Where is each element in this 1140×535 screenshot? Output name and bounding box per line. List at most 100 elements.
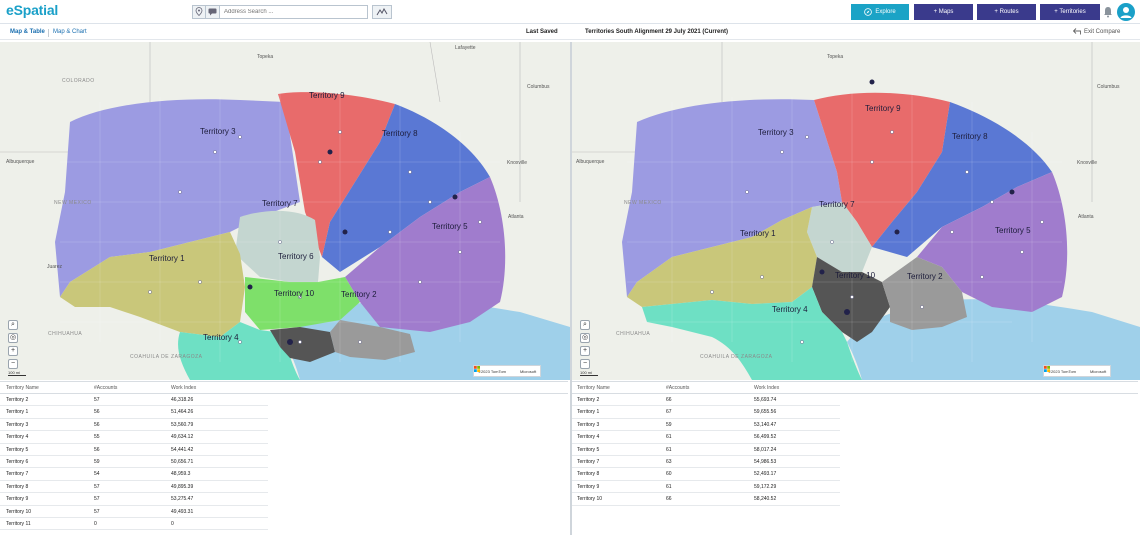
accounts-cell: 54 [94,471,100,478]
state-label: CHIHUAHUA [616,331,651,337]
work-index-cell: 58,240.52 [754,496,777,503]
table-row[interactable]: Territory 3 59 53,140.47 [572,419,840,432]
work-index-cell: 50,656.71 [171,458,194,465]
table-row[interactable]: Territory 5 61 58,017.24 [572,444,840,456]
tab-map-table[interactable]: Map & Table [10,29,45,35]
territory-label: Territory 2 [907,272,943,281]
accounts-cell: 66 [666,397,672,403]
user-avatar[interactable] [1117,3,1135,21]
table-row[interactable]: Territory 5 56 54,441.42 [0,444,268,456]
state-label: NEW MEXICO [54,200,92,206]
city-label: Columbus [527,84,550,90]
zoom-in-button[interactable]: + [580,346,590,356]
territory-name-cell: Territory 4 [6,434,29,441]
work-index-cell: 59,172.29 [754,483,777,490]
column-header-name[interactable]: Territory Name [6,385,39,391]
microsoft-icon [474,366,480,372]
territory-name-cell: Territory 2 [577,397,600,403]
territory-label: Territory 1 [149,254,185,263]
table-row[interactable]: Territory 2 66 55,693.74 [572,394,840,407]
table-row[interactable]: Territory 9 57 53,275.47 [0,493,268,506]
column-header-accounts[interactable]: #Accounts [666,385,689,391]
last-saved-label: Last Saved [526,29,558,35]
table-row[interactable]: Territory 11 0 0 [0,518,268,531]
territory-label: Territory 7 [262,199,298,208]
territory-name-cell: Territory 8 [577,471,600,478]
exit-compare-button[interactable]: Exit Compare [1073,28,1120,35]
state-label: COAHUILA DE ZARAGOZA [700,354,773,360]
table-row[interactable]: Territory 8 57 49,895.39 [0,481,268,494]
locate-icon[interactable]: ◎ [580,333,590,343]
column-header-work-index[interactable]: Work Index [754,385,779,391]
table-row[interactable]: Territory 1 56 51,464.26 [0,406,268,419]
table-row[interactable]: Territory 8 60 52,493.17 [572,468,840,481]
map-canvas-right[interactable] [572,42,1140,380]
table-row[interactable]: Territory 2 57 46,318.26 [0,394,268,407]
espatial-logo[interactable]: eSpatial [6,2,58,18]
map-attribution: ©2023 TomTom Microsoft [1043,365,1112,377]
territory-name-cell: Territory 1 [6,409,29,416]
table-row[interactable]: Territory 4 55 49,634.12 [0,431,268,444]
work-index-cell: 54,986.53 [754,458,777,465]
table-row[interactable]: Territory 10 66 58,240.52 [572,493,840,506]
table-row[interactable]: Territory 10 57 49,493.31 [0,506,268,518]
accounts-cell: 56 [94,446,100,453]
territory-label: Territory 5 [995,226,1031,235]
state-label: NEW MEXICO [624,200,662,206]
map-scale: 100 mi [8,370,26,376]
table-row[interactable]: Territory 3 56 53,560.79 [0,419,268,432]
chat-icon[interactable] [206,4,220,19]
map-canvas-left[interactable] [0,42,570,380]
zoom-out-button[interactable]: − [8,359,18,369]
compass-icon [864,8,873,16]
work-index-cell: 49,634.12 [171,434,194,441]
territory-map-right[interactable]: Territory 9 Territory 3 Territory 8 Terr… [572,42,1140,380]
territory-label: Territory 10 [274,289,315,298]
table-row[interactable]: Territory 6 59 50,656.71 [0,456,268,469]
table-row[interactable]: Territory 1 67 59,655.56 [572,406,840,419]
tab-map-chart[interactable]: Map & Chart [53,29,87,35]
zoom-out-button[interactable]: − [580,359,590,369]
zoom-search-icon[interactable]: ⌕ [8,320,18,330]
add-territories-button[interactable]: + Territories [1040,4,1100,20]
add-routes-button[interactable]: + Routes [977,4,1036,20]
add-maps-button[interactable]: + Maps [914,4,973,20]
column-header-accounts[interactable]: #Accounts [94,385,117,391]
zoom-search-icon[interactable]: ⌕ [580,320,590,330]
territory-name-cell: Territory 5 [6,446,29,453]
territory-map-left[interactable]: Territory 9 Territory 3 Territory 8 Terr… [0,42,570,380]
column-header-name[interactable]: Territory Name [577,385,610,391]
notification-bell-icon[interactable] [1103,6,1113,18]
locate-icon[interactable]: ◎ [8,333,18,343]
accounts-cell: 67 [666,409,672,416]
zoom-in-button[interactable]: + [8,346,18,356]
accounts-cell: 61 [666,446,672,453]
work-index-cell: 55,693.74 [754,397,777,403]
state-label: COAHUILA DE ZARAGOZA [130,354,203,360]
work-index-cell: 58,017.24 [754,446,777,453]
table-row[interactable]: Territory 7 63 54,986.53 [572,456,840,469]
map-attribution: ©2023 TomTom Microsoft [473,365,542,377]
territory-name-cell: Territory 1 [577,409,600,416]
accounts-cell: 57 [94,508,100,515]
city-label: Albuquerque [6,159,35,165]
location-pin-icon[interactable] [192,4,206,19]
work-index-cell: 46,318.26 [171,397,194,403]
explore-button[interactable]: Explore [851,4,909,20]
map-controls-left: ⌕ ◎ + − [8,320,18,372]
territory-name-cell: Territory 9 [6,496,29,503]
table-row[interactable]: Territory 7 54 48,959.3 [0,468,268,481]
territory-label: Territory 4 [203,333,239,342]
city-label: Knoxville [507,160,528,166]
territory-name-cell: Territory 2 [6,397,29,403]
route-search-icon[interactable] [372,4,392,19]
compare-toolbar: Map & Table Map & Chart Last Saved Terri… [0,25,1140,40]
work-index-cell: 49,493.31 [171,508,194,515]
table-row[interactable]: Territory 4 61 56,499.52 [572,431,840,444]
territory-label: Territory 4 [772,305,808,314]
column-header-work-index[interactable]: Work Index [171,385,196,391]
address-search-input[interactable] [220,4,368,19]
work-index-cell: 53,275.47 [171,496,194,503]
territory-label: Territory 8 [952,132,988,141]
table-row[interactable]: Territory 9 61 59,172.29 [572,481,840,494]
